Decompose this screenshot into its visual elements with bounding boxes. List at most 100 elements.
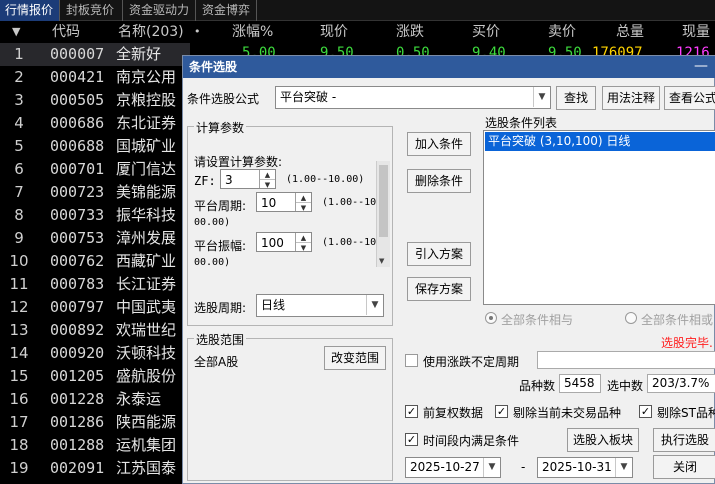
- col-pct-change[interactable]: 涨幅%: [232, 21, 273, 43]
- table-row[interactable]: 9 000753 漳州发展: [0, 227, 190, 250]
- table-row[interactable]: 14 000920 沃顿科技: [0, 342, 190, 365]
- table-row[interactable]: 18 001288 运机集团: [0, 434, 190, 457]
- find-button[interactable]: 查找: [556, 86, 596, 110]
- table-row[interactable]: 3 000505 京粮控股: [0, 89, 190, 112]
- table-row[interactable]: 13 000892 欢瑞世纪: [0, 319, 190, 342]
- param-period-range-cont: 00.00): [194, 217, 231, 228]
- table-row[interactable]: 2 000421 南京公用: [0, 66, 190, 89]
- close-button[interactable]: 关闭: [653, 455, 715, 479]
- sort-arrow-icon[interactable]: ▼: [12, 21, 20, 43]
- tab-quotes[interactable]: 行情报价: [0, 0, 60, 21]
- date-from-picker[interactable]: 2025-10-27 ▼: [405, 457, 501, 478]
- param-period-input[interactable]: 10 ▲ ▼: [256, 192, 312, 212]
- usage-notes-button[interactable]: 用法注释: [602, 86, 660, 110]
- period-checkbox[interactable]: ✓: [405, 433, 418, 446]
- execute-button[interactable]: 执行选股: [653, 428, 715, 452]
- row-number: 12: [9, 298, 29, 316]
- table-row[interactable]: 4 000686 东北证券: [0, 112, 190, 135]
- table-row[interactable]: 1 000007 全新好: [0, 43, 190, 66]
- radio-all-and-label[interactable]: 全部条件相与: [501, 311, 573, 328]
- param-period-stepper[interactable]: ▲ ▼: [295, 193, 311, 211]
- delete-condition-button[interactable]: 删除条件: [407, 169, 471, 193]
- param-zf-input[interactable]: 3 ▲ ▼: [220, 169, 276, 189]
- stock-code: 000723: [50, 183, 105, 201]
- exclude-untraded-label[interactable]: 剔除当前未交易品种: [513, 404, 621, 421]
- col-current-volume[interactable]: 现量: [682, 21, 710, 43]
- param-period-label: 平台周期:: [194, 199, 247, 213]
- param-amplitude-stepper[interactable]: ▲ ▼: [295, 233, 311, 251]
- table-row[interactable]: 17 001286 陕西能源: [0, 411, 190, 434]
- uncertain-period-label[interactable]: 使用涨跌不定周期: [423, 353, 519, 370]
- table-row[interactable]: 7 000723 美锦能源: [0, 181, 190, 204]
- fq-label[interactable]: 前复权数据: [423, 404, 483, 421]
- count-label: 品种数: [519, 379, 556, 393]
- col-price[interactable]: 现价: [320, 21, 348, 43]
- fq-checkbox[interactable]: ✓: [405, 405, 418, 418]
- table-row[interactable]: 11 000783 长江证券: [0, 273, 190, 296]
- exclude-untraded-checkbox[interactable]: ✓: [495, 405, 508, 418]
- stock-name: 盛航股份: [116, 367, 177, 385]
- period-condition-label[interactable]: 时间段内满足条件: [423, 432, 519, 449]
- radio-all-or-label[interactable]: 全部条件相或: [641, 311, 713, 328]
- chevron-down-icon[interactable]: ▼: [615, 458, 632, 477]
- scroll-down-icon[interactable]: ▼: [379, 257, 384, 265]
- col-code[interactable]: 代码: [52, 21, 80, 43]
- add-condition-button[interactable]: 加入条件: [407, 132, 471, 156]
- col-volume[interactable]: 总量: [616, 21, 644, 43]
- table-row[interactable]: 6 000701 厦门信达: [0, 158, 190, 181]
- save-scheme-button[interactable]: 保存方案: [407, 277, 471, 301]
- uncertain-period-input[interactable]: [537, 351, 715, 369]
- radio-all-or[interactable]: [625, 312, 637, 324]
- table-row[interactable]: 16 001228 永泰运: [0, 388, 190, 411]
- chevron-down-icon[interactable]: ▼: [533, 87, 550, 107]
- row-number: 14: [9, 344, 29, 362]
- param-amplitude-value: 100: [261, 236, 284, 250]
- stock-name: 国城矿业: [116, 137, 177, 155]
- table-row[interactable]: 5 000688 国城矿业: [0, 135, 190, 158]
- to-board-button[interactable]: 选股入板块: [567, 428, 639, 452]
- stock-code: 000688: [50, 137, 105, 155]
- minimize-icon[interactable]: —: [694, 56, 708, 76]
- stock-name: 振华科技: [116, 206, 177, 224]
- view-formula-button[interactable]: 查看公式: [664, 86, 715, 110]
- table-row[interactable]: 12 000797 中国武夷: [0, 296, 190, 319]
- table-row[interactable]: 15 001205 盛航股份: [0, 365, 190, 388]
- formula-label: 条件选股公式: [187, 92, 260, 106]
- chevron-down-icon[interactable]: ▼: [483, 458, 500, 477]
- col-dot: •: [194, 25, 201, 38]
- col-name[interactable]: 名称(203): [118, 21, 184, 43]
- condition-list[interactable]: 平台突破 (3,10,100) 日线: [483, 130, 715, 305]
- param-amplitude-input[interactable]: 100 ▲ ▼: [256, 232, 312, 252]
- params-scrollbar[interactable]: ▼: [376, 161, 390, 267]
- tab-limit-bidding[interactable]: 封板竞价: [61, 0, 123, 21]
- dialog-title[interactable]: 条件选股: [183, 56, 715, 78]
- exclude-st-label[interactable]: 剔除ST品种: [657, 404, 715, 421]
- condition-item[interactable]: 平台突破 (3,10,100) 日线: [485, 132, 715, 151]
- table-row[interactable]: 10 000762 西藏矿业: [0, 250, 190, 273]
- tab-fund-drive[interactable]: 资金驱动力: [124, 0, 196, 21]
- table-row[interactable]: 8 000733 振华科技: [0, 204, 190, 227]
- tab-fund-game[interactable]: 资金博弈: [197, 0, 257, 21]
- col-change[interactable]: 涨跌: [396, 21, 424, 43]
- param-zf-stepper[interactable]: ▲ ▼: [259, 170, 275, 188]
- radio-all-and[interactable]: [485, 312, 497, 324]
- row-number: 1: [14, 45, 24, 63]
- tab-bar: 行情报价 封板竞价 资金驱动力 资金博弈: [0, 0, 715, 21]
- formula-select[interactable]: 平台突破 - ▼: [275, 86, 551, 109]
- period-select[interactable]: 日线 ▼: [256, 294, 384, 317]
- import-scheme-button[interactable]: 引入方案: [407, 242, 471, 266]
- uncertain-period-checkbox[interactable]: [405, 354, 418, 367]
- date-to-picker[interactable]: 2025-10-31 ▼: [537, 457, 633, 478]
- stock-name: 江苏国泰: [116, 459, 177, 477]
- chevron-down-icon[interactable]: ▼: [366, 295, 383, 315]
- table-row[interactable]: 19 002091 江苏国泰: [0, 457, 190, 480]
- date-to-value: 2025-10-31: [542, 460, 612, 474]
- status-text: 选股完毕.: [661, 336, 713, 350]
- params-scroll-thumb[interactable]: [379, 165, 388, 237]
- col-ask[interactable]: 卖价: [548, 21, 576, 43]
- exclude-st-checkbox[interactable]: ✓: [639, 405, 652, 418]
- row-number: 16: [9, 390, 29, 408]
- change-range-button[interactable]: 改变范围: [324, 346, 386, 370]
- stock-name: 中国武夷: [116, 298, 177, 316]
- col-bid[interactable]: 买价: [472, 21, 500, 43]
